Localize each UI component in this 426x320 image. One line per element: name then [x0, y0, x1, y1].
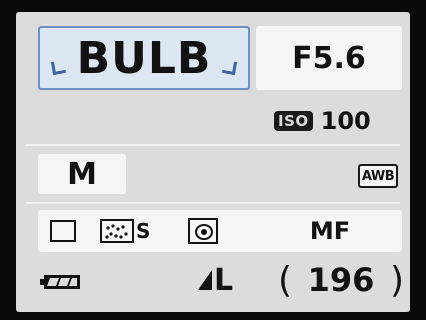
picture-style-letter: S — [136, 219, 151, 243]
white-balance-value: AWB — [361, 168, 395, 184]
dial-left-arrow-icon — [50, 59, 67, 76]
shooting-mode-setting[interactable]: M — [38, 154, 126, 194]
divider — [26, 144, 400, 146]
shutter-speed-setting[interactable]: BULB — [38, 26, 250, 90]
shooting-mode-value: M — [67, 156, 97, 192]
battery-full-icon — [40, 274, 82, 290]
paren-open: ( — [278, 259, 293, 301]
iso-setting[interactable]: ISO 100 — [274, 106, 404, 136]
paren-close: ) — [389, 259, 404, 301]
quality-fine-icon — [198, 270, 212, 290]
picture-style-setting[interactable]: S — [100, 218, 156, 244]
settings-bar: S MF — [38, 210, 402, 252]
single-shot-icon[interactable] — [50, 220, 76, 242]
iso-icon: ISO — [274, 111, 313, 131]
shutter-speed-value: BULB — [76, 32, 212, 84]
divider — [26, 202, 400, 204]
image-quality-setting[interactable]: L — [198, 262, 233, 298]
aperture-value: F5.6 — [292, 40, 366, 76]
white-balance-setting[interactable]: AWB — [358, 164, 398, 188]
dial-right-arrow-icon — [221, 59, 238, 76]
camera-quick-control-screen: BULB F5.6 ISO 100 M AWB S MF L (196) — [16, 12, 410, 312]
shots-remaining: ( 196 ) — [278, 259, 404, 301]
image-quality-value: L — [214, 262, 234, 298]
picture-style-icon — [100, 219, 134, 243]
focus-mode-setting[interactable]: MF — [300, 216, 360, 246]
shots-remaining-value: 196 — [307, 261, 375, 299]
aperture-setting[interactable]: F5.6 — [256, 26, 402, 90]
focus-mode-value: MF — [309, 217, 351, 245]
iso-value: 100 — [320, 107, 371, 135]
evaluative-metering-icon[interactable] — [188, 218, 218, 244]
